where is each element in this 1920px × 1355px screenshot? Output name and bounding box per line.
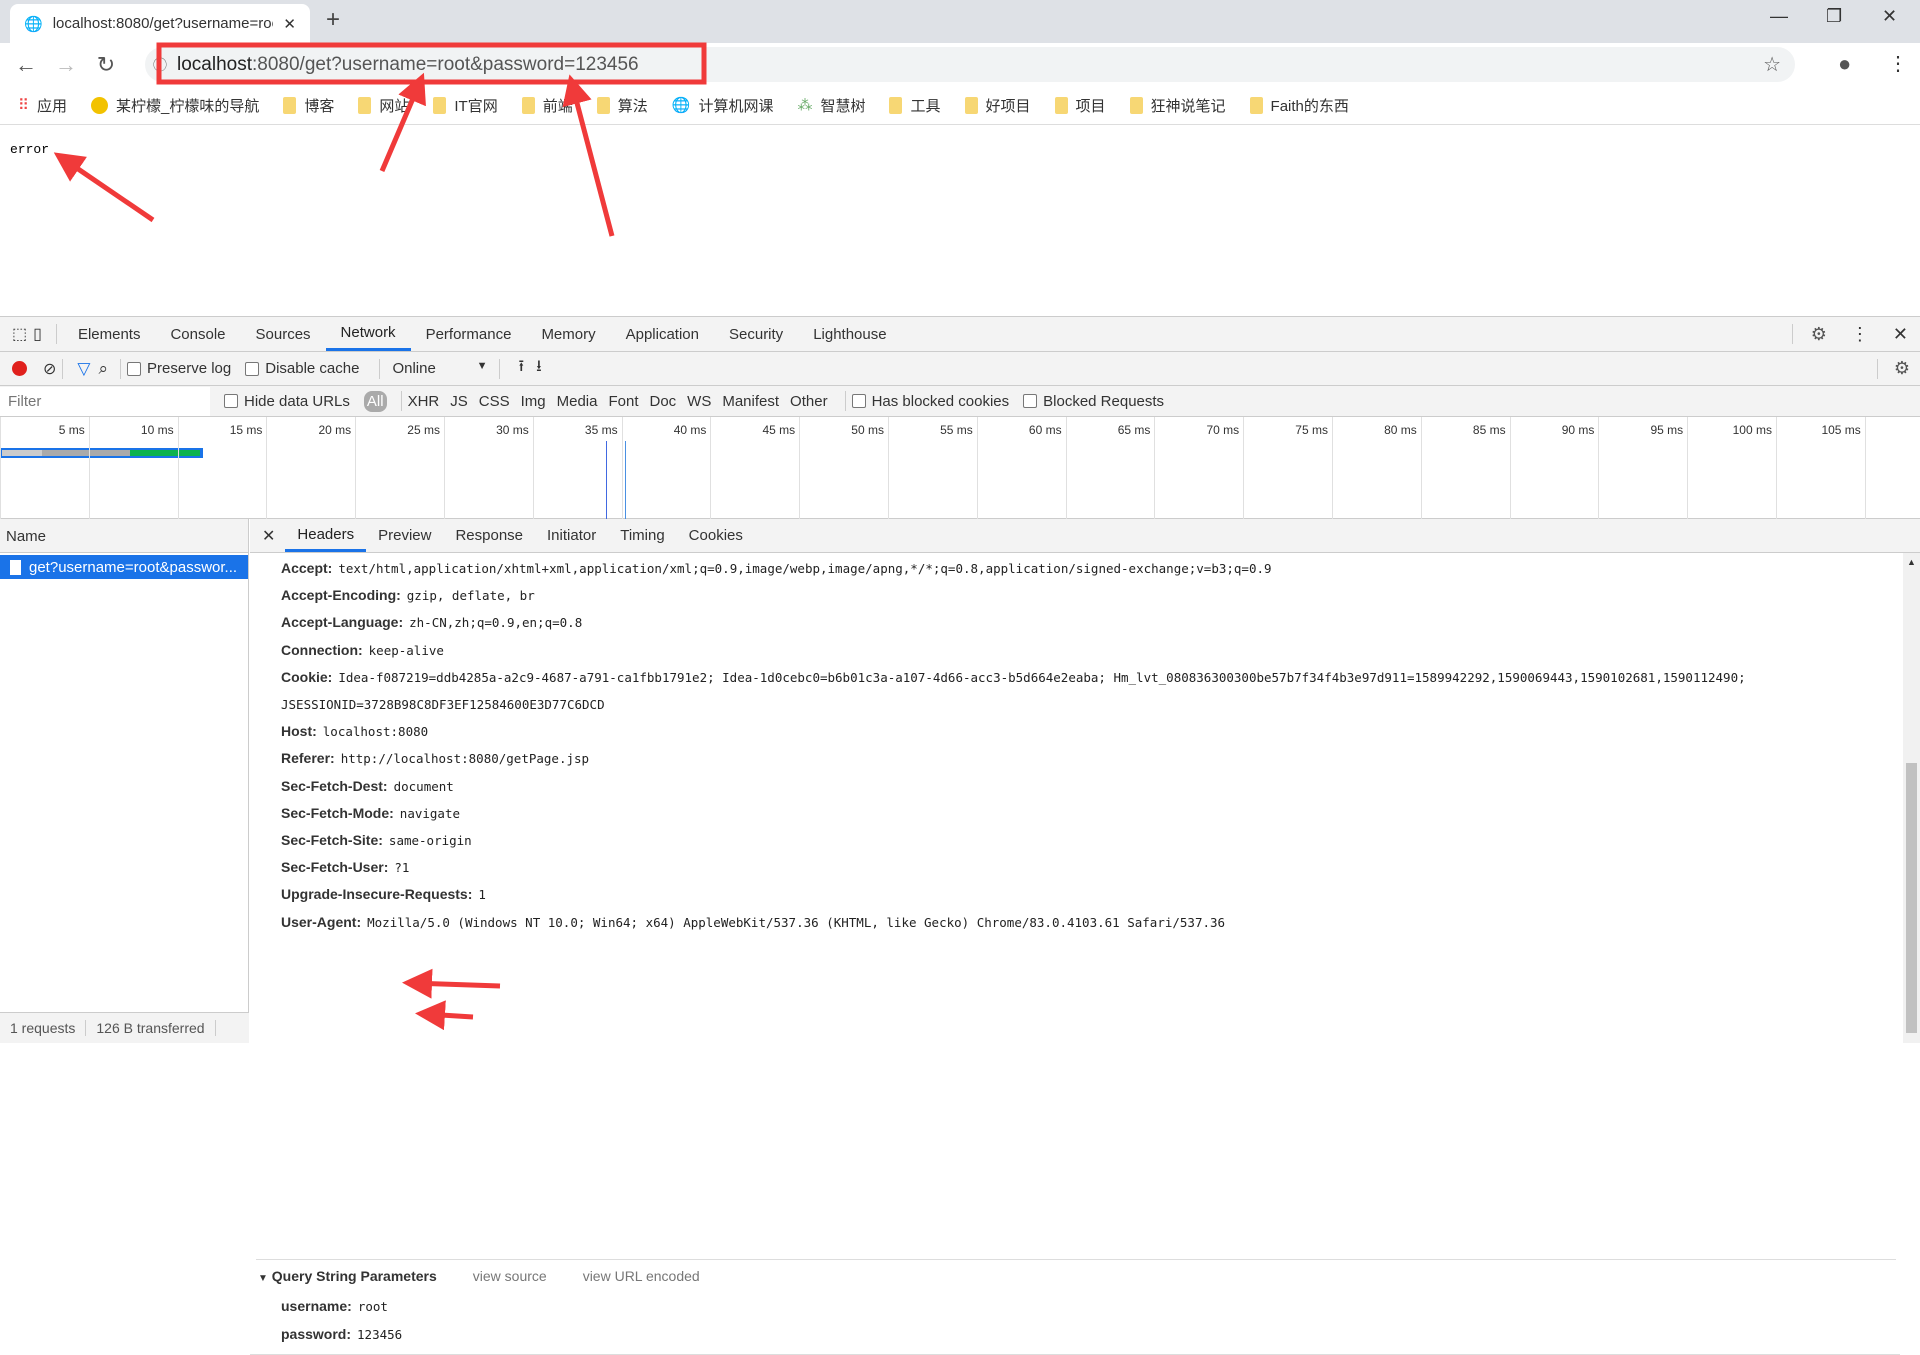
annotation-arrow	[415, 1000, 474, 1031]
view-url-encoded-link[interactable]: view URL encoded	[583, 1268, 700, 1284]
url-highlight-box	[156, 42, 707, 85]
annotation-arrow	[562, 74, 615, 237]
query-title: Query String Parameters	[271, 1268, 437, 1284]
red-annotations	[53, 42, 707, 1031]
annotation-arrow	[53, 152, 155, 223]
triangle-down-icon: ▼	[258, 1273, 268, 1284]
annotation-arrow	[379, 72, 426, 172]
view-source-link[interactable]: view source	[473, 1268, 547, 1284]
query-section-header[interactable]: ▼ Query String Parameters view source vi…	[258, 1268, 700, 1284]
annotation-arrow	[402, 968, 501, 999]
query-param-password: password: 123456	[281, 1326, 403, 1342]
query-param-username: username: root	[281, 1298, 388, 1314]
query-divider	[256, 1259, 1896, 1260]
